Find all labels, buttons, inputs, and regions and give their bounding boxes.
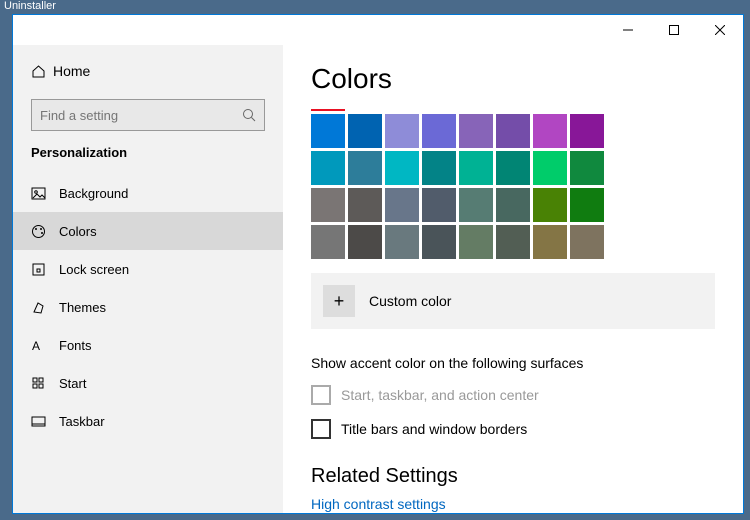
sidebar-item-fonts[interactable]: A Fonts xyxy=(13,326,283,364)
color-swatch[interactable] xyxy=(422,114,456,148)
checkbox-start-taskbar: Start, taskbar, and action center xyxy=(311,385,715,405)
search-input[interactable] xyxy=(40,108,242,123)
color-swatch[interactable] xyxy=(459,114,493,148)
settings-window: Settings Home Personalization Background… xyxy=(12,14,744,514)
custom-color-label: Custom color xyxy=(369,293,451,309)
sidebar: Settings Home Personalization Background… xyxy=(13,45,283,513)
sidebar-item-label: Taskbar xyxy=(59,414,105,429)
custom-color-row[interactable]: + Custom color xyxy=(311,273,715,329)
sidebar-item-label: Themes xyxy=(59,300,106,315)
sidebar-item-themes[interactable]: Themes xyxy=(13,288,283,326)
palette-icon xyxy=(31,224,59,239)
sidebar-item-taskbar[interactable]: Taskbar xyxy=(13,402,283,440)
color-swatch[interactable] xyxy=(533,188,567,222)
color-swatch[interactable] xyxy=(422,188,456,222)
sidebar-item-label: Start xyxy=(59,376,86,391)
high-contrast-link[interactable]: High contrast settings xyxy=(311,496,715,512)
checkbox-label: Title bars and window borders xyxy=(341,421,527,437)
lockscreen-icon xyxy=(31,262,59,277)
close-button[interactable] xyxy=(697,15,743,45)
color-swatch[interactable] xyxy=(459,225,493,259)
color-swatch[interactable] xyxy=(533,114,567,148)
color-swatch-grid xyxy=(311,114,715,259)
color-swatch[interactable] xyxy=(496,151,530,185)
sidebar-item-label: Colors xyxy=(59,224,97,239)
color-swatch[interactable] xyxy=(496,188,530,222)
color-swatch[interactable] xyxy=(348,114,382,148)
maximize-button[interactable] xyxy=(651,15,697,45)
minimize-button[interactable] xyxy=(605,15,651,45)
accent-indicator xyxy=(311,109,345,111)
sidebar-item-label: Background xyxy=(59,186,128,201)
content-pane[interactable]: Colors + Custom color Show accent color … xyxy=(283,45,743,513)
accent-surfaces-heading: Show accent color on the following surfa… xyxy=(311,355,715,371)
checkbox-titlebars[interactable]: Title bars and window borders xyxy=(311,419,715,439)
sidebar-item-background[interactable]: Background xyxy=(13,174,283,212)
color-swatch[interactable] xyxy=(422,225,456,259)
color-swatch[interactable] xyxy=(570,188,604,222)
plus-icon: + xyxy=(323,285,355,317)
color-swatch[interactable] xyxy=(459,188,493,222)
color-swatch[interactable] xyxy=(570,151,604,185)
search-icon xyxy=(242,108,256,122)
page-title: Colors xyxy=(311,63,715,95)
related-heading: Related Settings xyxy=(311,465,715,488)
color-swatch[interactable] xyxy=(348,151,382,185)
color-swatch[interactable] xyxy=(311,114,345,148)
home-icon xyxy=(31,64,53,79)
color-swatch[interactable] xyxy=(385,114,419,148)
svg-text:A: A xyxy=(32,339,40,353)
color-swatch[interactable] xyxy=(385,225,419,259)
color-swatch[interactable] xyxy=(348,225,382,259)
color-swatch[interactable] xyxy=(311,225,345,259)
color-swatch[interactable] xyxy=(496,225,530,259)
color-swatch[interactable] xyxy=(348,188,382,222)
start-icon xyxy=(31,376,59,391)
color-swatch[interactable] xyxy=(385,188,419,222)
checkbox-label: Start, taskbar, and action center xyxy=(341,387,539,403)
sidebar-item-label: Fonts xyxy=(59,338,92,353)
color-swatch[interactable] xyxy=(533,151,567,185)
color-swatch[interactable] xyxy=(311,151,345,185)
section-title: Personalization xyxy=(13,145,283,174)
home-label: Home xyxy=(53,63,90,79)
taskbar-icon xyxy=(31,414,59,429)
color-swatch[interactable] xyxy=(311,188,345,222)
checkbox-icon xyxy=(311,385,331,405)
checkbox-icon[interactable] xyxy=(311,419,331,439)
color-swatch[interactable] xyxy=(496,114,530,148)
color-swatch[interactable] xyxy=(459,151,493,185)
sidebar-item-start[interactable]: Start xyxy=(13,364,283,402)
fonts-icon: A xyxy=(31,338,59,353)
image-icon xyxy=(31,186,59,201)
sidebar-item-colors[interactable]: Colors xyxy=(13,212,283,250)
titlebar xyxy=(13,15,743,45)
color-swatch[interactable] xyxy=(385,151,419,185)
color-swatch[interactable] xyxy=(422,151,456,185)
color-swatch[interactable] xyxy=(570,114,604,148)
color-swatch[interactable] xyxy=(570,225,604,259)
home-nav[interactable]: Home xyxy=(13,51,283,91)
color-swatch[interactable] xyxy=(533,225,567,259)
themes-icon xyxy=(31,300,59,315)
sidebar-item-lock-screen[interactable]: Lock screen xyxy=(13,250,283,288)
sidebar-item-label: Lock screen xyxy=(59,262,129,277)
search-box[interactable] xyxy=(31,99,265,131)
desktop-window-label: Uninstaller xyxy=(0,0,750,14)
